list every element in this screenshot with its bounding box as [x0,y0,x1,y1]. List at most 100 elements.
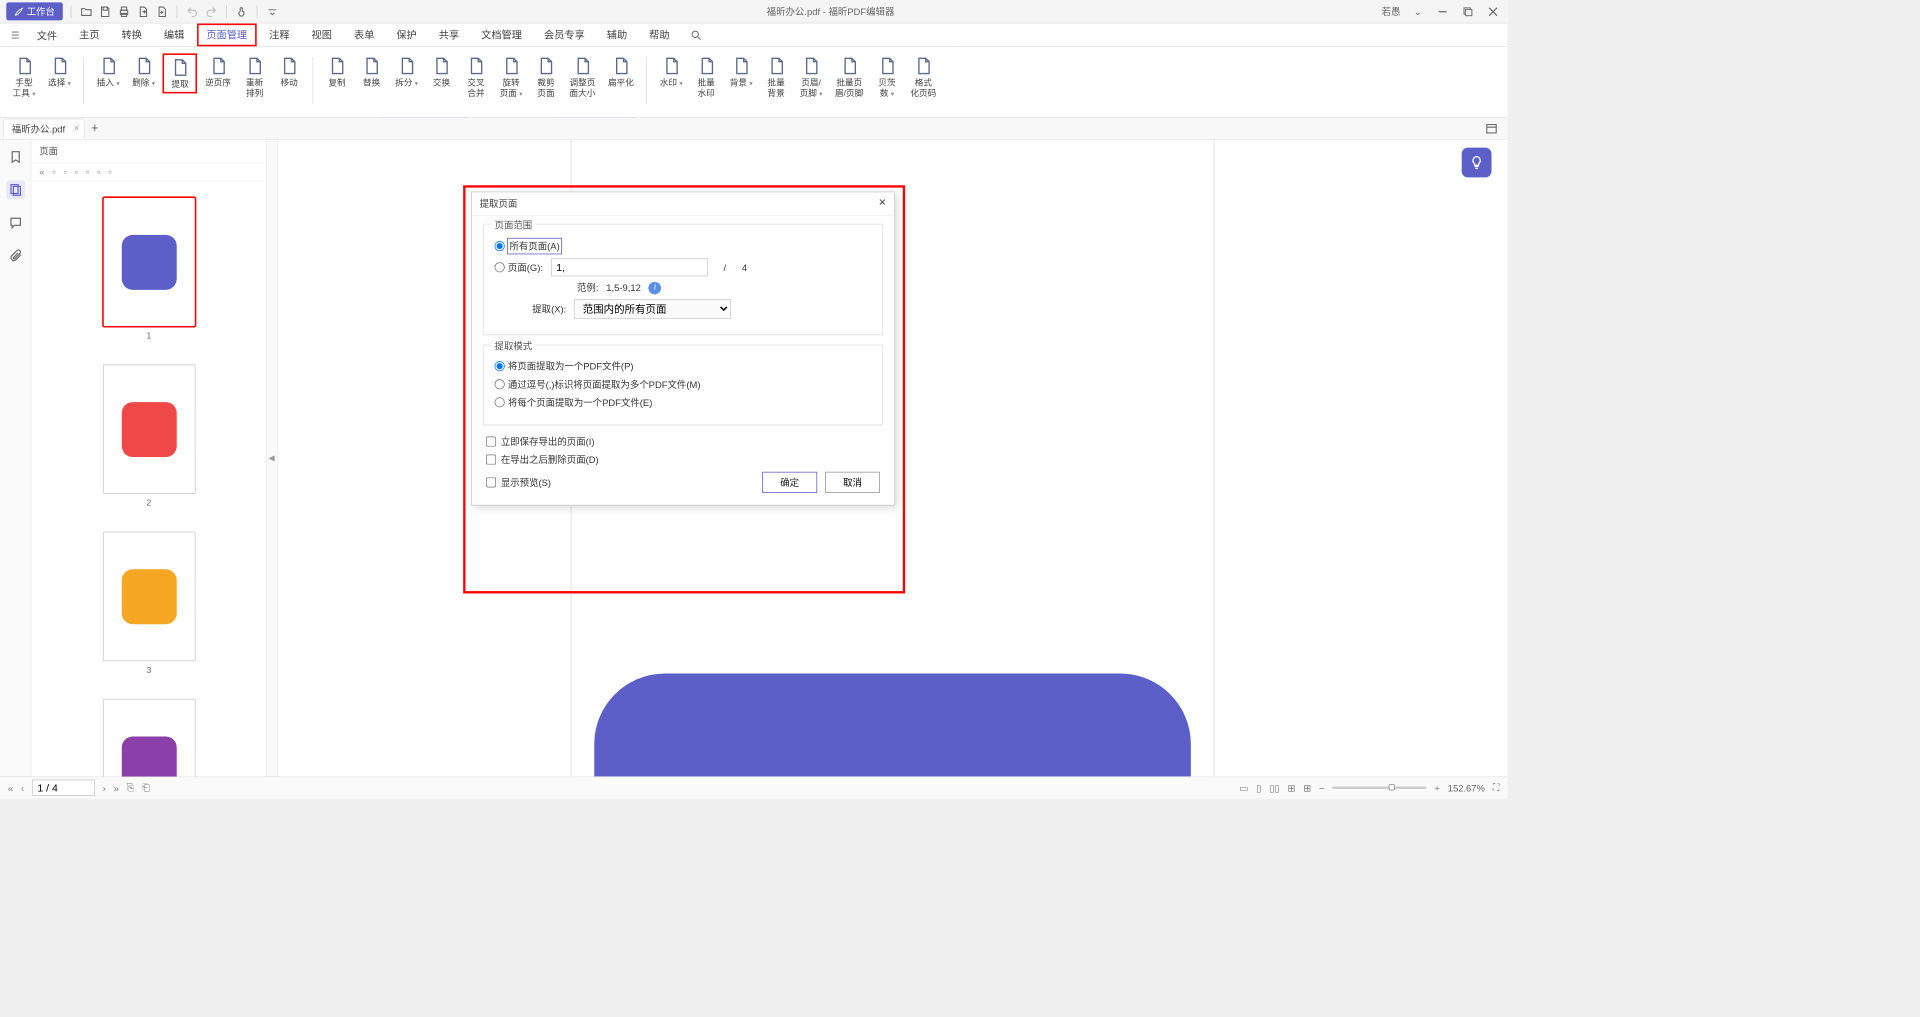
single-page-icon[interactable]: ▯ [1256,782,1261,793]
page-add-icon[interactable] [155,4,169,18]
zoom-out-button[interactable]: − [1319,782,1325,793]
tool-icon[interactable]: ▫ [97,166,100,177]
menu-file[interactable]: 文件 [27,24,66,45]
ribbon-贝茨数[interactable]: 贝茨 数 ▾ [871,53,902,100]
ribbon-水印[interactable]: 水印 ▾ [655,53,687,90]
menu-视图[interactable]: 视图 [302,24,341,47]
workspace-button[interactable]: 工作台 [6,2,63,20]
ribbon-交叉合并[interactable]: 交叉 合并 [460,53,491,100]
extract-select[interactable]: 范围内的所有页面 [574,299,731,319]
page-down-icon[interactable]: ⎗ [142,782,150,794]
page-up-icon[interactable]: ⎘ [127,782,135,794]
panel-icon[interactable] [1485,122,1498,135]
dialog-close-button[interactable]: ✕ [878,197,886,210]
redo-icon[interactable] [204,4,218,18]
ribbon-批量水印[interactable]: 批量 水印 [690,53,721,100]
page-thumbnail[interactable]: 2 [102,364,196,508]
menu-注释[interactable]: 注释 [260,24,299,47]
open-icon[interactable] [79,4,93,18]
ribbon-选择[interactable]: 选择 ▾ [43,53,75,90]
all-pages-radio[interactable]: 所有页面(A) [495,239,562,254]
pages-radio[interactable]: 页面(G): [495,261,543,274]
page-thumbnail[interactable]: 3 [102,531,196,675]
mode2-radio[interactable]: 通过逗号(,)标识将页面提取为多个PDF文件(M) [495,378,701,391]
zoom-knob[interactable] [1389,784,1395,790]
fullscreen-icon[interactable]: ⛶ [1493,782,1500,794]
tool-icon[interactable]: ▫ [108,166,111,177]
mode3-radio[interactable]: 将每个页面提取为一个PDF文件(E) [495,396,653,409]
ribbon-格式化页码[interactable]: 格式 化页码 [906,53,941,100]
info-icon[interactable]: i [649,281,662,294]
ok-button[interactable]: 确定 [762,472,817,493]
menu-文档管理[interactable]: 文档管理 [472,24,532,47]
delete-after-checkbox[interactable] [486,455,496,465]
continuous-icon[interactable]: ▯▯ [1269,782,1279,793]
mode1-radio-input[interactable] [495,361,505,371]
ribbon-裁剪页面[interactable]: 裁剪 页面 [530,53,561,100]
page-export-icon[interactable] [136,4,150,18]
page-thumbnail[interactable]: 1 [102,197,196,341]
pages-icon[interactable] [6,181,25,200]
chevron-down-icon[interactable]: ⌄ [1410,4,1426,20]
two-continuous-icon[interactable]: ⊞ [1303,782,1311,793]
fit-width-icon[interactable]: ▭ [1239,782,1248,793]
zoom-in-button[interactable]: + [1434,782,1440,793]
splitter[interactable]: ◀ [267,140,278,777]
tool-icon[interactable]: ▫ [86,166,89,177]
ribbon-手型工具[interactable]: 手型 工具 ▾ [8,53,40,100]
ribbon-交换[interactable]: 交换 [426,53,457,90]
save-icon[interactable] [98,4,112,18]
last-page-button[interactable]: » [114,782,119,793]
ribbon-重新排列[interactable]: 重新 排列 [239,53,270,100]
ribbon-逆页序[interactable]: 逆页序 [200,53,235,90]
undo-icon[interactable] [185,4,199,18]
tool-icon[interactable]: ▫ [75,166,78,177]
ribbon-替换[interactable]: 替换 [356,53,387,90]
mode1-radio[interactable]: 将页面提取为一个PDF文件(P) [495,360,634,373]
document-tab[interactable]: 福昕办公.pdf × [3,118,85,138]
menu-共享[interactable]: 共享 [429,24,468,47]
idea-bulb-button[interactable] [1462,148,1492,178]
attachments-icon[interactable] [6,246,25,265]
all-pages-radio-input[interactable] [495,241,505,251]
comments-icon[interactable] [6,214,25,233]
zoom-slider[interactable] [1332,787,1426,789]
menu-页面管理[interactable]: 页面管理 [197,24,257,47]
touch-icon[interactable] [235,4,249,18]
ribbon-页眉/页脚[interactable]: 页眉/ 页脚 ▾ [795,53,827,100]
ribbon-批量背景[interactable]: 批量 背景 [760,53,791,100]
page-indicator-input[interactable] [32,780,95,796]
tool-icon[interactable]: ▫ [64,166,67,177]
search-icon[interactable] [685,26,707,45]
menu-转换[interactable]: 转换 [112,24,151,47]
cancel-button[interactable]: 取消 [825,472,880,493]
menu-编辑[interactable]: 编辑 [154,24,193,47]
ribbon-删除[interactable]: 删除 ▾ [127,53,159,90]
ribbon-拆分[interactable]: 拆分 ▾ [390,53,422,90]
pages-input[interactable] [551,258,708,276]
page-thumbnail[interactable]: 4 [102,699,196,777]
tool-icon[interactable]: ▫ [52,166,55,177]
ribbon-提取[interactable]: 提取 [163,53,198,93]
ribbon-复制[interactable]: 复制 [321,53,352,90]
print-icon[interactable] [117,4,131,18]
next-page-button[interactable]: › [103,782,106,793]
ribbon-移动[interactable]: 移动 [273,53,304,90]
two-page-icon[interactable]: ⊞ [1287,782,1295,793]
menu-保护[interactable]: 保护 [387,24,426,47]
ribbon-背景[interactable]: 背景 ▾ [725,53,757,90]
menu-主页[interactable]: 主页 [70,24,109,47]
show-preview-checkbox[interactable] [486,477,496,487]
first-page-button[interactable]: « [8,782,13,793]
maximize-button[interactable] [1460,4,1476,20]
ribbon-调整页面大小[interactable]: 调整页 面大小 [565,53,600,100]
mode2-radio-input[interactable] [495,379,505,389]
add-tab-button[interactable]: + [91,121,98,135]
menu-表单[interactable]: 表单 [345,24,384,47]
menu-帮助[interactable]: 帮助 [640,24,679,47]
ribbon-旋转页面[interactable]: 旋转 页面 ▾ [495,53,527,100]
qat-more-icon[interactable] [265,4,279,18]
mode3-radio-input[interactable] [495,397,505,407]
ribbon-批量页眉/页脚[interactable]: 批量页 眉/页脚 [830,53,868,100]
pages-radio-input[interactable] [495,262,505,272]
